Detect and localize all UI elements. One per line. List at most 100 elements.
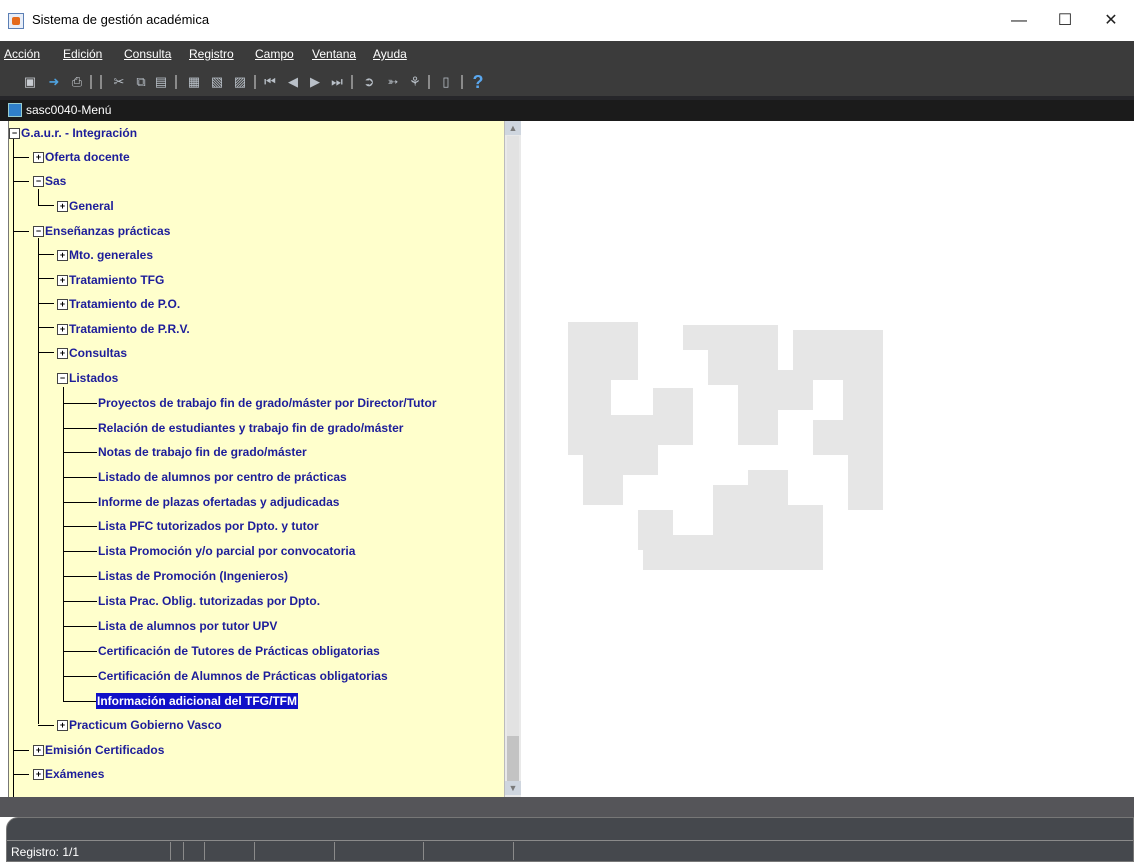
expand-icon[interactable]: +	[57, 299, 68, 310]
cut-icon[interactable]: ✂	[111, 74, 127, 90]
tree-node-ensenanzas-practicas[interactable]: Enseñanzas prácticas	[45, 223, 170, 239]
insert-record-icon[interactable]: ▧	[209, 74, 225, 90]
toolbar-separator	[461, 75, 463, 89]
enter-query-icon[interactable]: ➲	[361, 74, 377, 90]
delete-record-icon[interactable]: ▯	[438, 74, 454, 90]
tree-leaf-lista-pfc[interactable]: Lista PFC tutorizados por Dpto. y tutor	[98, 518, 319, 534]
save-icon[interactable]: ▣	[22, 74, 38, 90]
scroll-thumb[interactable]	[507, 736, 519, 781]
title-bar: Sistema de gestión académica — ☐ ✕	[0, 0, 1134, 41]
tree-root[interactable]: G.a.u.r. - Integración	[21, 125, 137, 141]
minimize-button[interactable]: —	[996, 6, 1042, 36]
previous-record-icon[interactable]: ◀	[285, 74, 301, 90]
collapse-icon[interactable]: −	[57, 373, 68, 384]
tree-leaf-certificacion-tutores[interactable]: Certificación de Tutores de Prácticas ob…	[98, 643, 380, 659]
status-bar: Registro: 1/1	[6, 817, 1134, 862]
close-button[interactable]: ✕	[1088, 6, 1134, 36]
java-app-icon	[8, 13, 24, 29]
menu-ayuda[interactable]: Ayuda	[373, 47, 407, 61]
toolbar-separator	[254, 75, 256, 89]
subwindow-title: sasc0040-Menú	[26, 103, 112, 117]
status-field-divider	[254, 842, 255, 860]
toolbar-separator	[428, 75, 430, 89]
next-record-icon[interactable]: ▶	[307, 74, 323, 90]
collapse-icon[interactable]: −	[33, 176, 44, 187]
menu-registro[interactable]: Registro	[189, 47, 234, 61]
tree-leaf-lista-alumnos-tutor[interactable]: Lista de alumnos por tutor UPV	[98, 618, 277, 634]
last-record-icon[interactable]: ⏭	[329, 74, 345, 90]
subwindow-title-bar: sasc0040-Menú	[0, 100, 1134, 121]
status-field-divider	[423, 842, 424, 860]
toolbar-separator	[100, 75, 102, 89]
form-bottom-area	[0, 797, 1134, 817]
menu-ventana[interactable]: Ventana	[312, 47, 356, 61]
toolbar: ▣ ➜ ⎙ ✂ ⧉ ▤ ▦ ▧ ▨ ⏮ ◀ ▶ ⏭ ➲ ➳ ⚘ ▯ ?	[0, 69, 1134, 96]
upv-ehu-logo-watermark	[563, 310, 888, 582]
tree-leaf-listado-alumnos-centro[interactable]: Listado de alumnos por centro de práctic…	[98, 469, 347, 485]
expand-icon[interactable]: +	[57, 250, 68, 261]
tree-node-oferta-docente[interactable]: Oferta docente	[45, 149, 130, 165]
toolbar-separator	[175, 75, 177, 89]
expand-icon[interactable]: +	[57, 324, 68, 335]
first-record-icon[interactable]: ⏮	[262, 74, 278, 90]
copy-icon[interactable]: ⧉	[133, 74, 149, 90]
clear-field-icon[interactable]: ▦	[186, 74, 202, 90]
status-field-divider	[204, 842, 205, 860]
expand-icon[interactable]: +	[33, 745, 44, 756]
expand-icon[interactable]: +	[57, 201, 68, 212]
print-icon[interactable]: ⎙	[69, 74, 85, 90]
exit-icon[interactable]: ➜	[46, 74, 62, 90]
scroll-up-arrow[interactable]: ▲	[505, 121, 521, 135]
tree-leaf-proyectos-tfg[interactable]: Proyectos de trabajo fin de grado/máster…	[98, 395, 437, 411]
tree-node-consultas[interactable]: Consultas	[69, 345, 127, 361]
execute-query-icon[interactable]: ➳	[385, 74, 401, 90]
tree-node-tratamiento-prv[interactable]: Tratamiento de P.R.V.	[69, 321, 190, 337]
tree-leaf-informacion-adicional-selected[interactable]: Información adicional del TFG/TFM	[96, 693, 299, 709]
menu-accion[interactable]: Acción	[4, 47, 40, 61]
status-field-divider	[334, 842, 335, 860]
help-icon[interactable]: ?	[470, 73, 486, 91]
maximize-button[interactable]: ☐	[1042, 6, 1088, 36]
tree-leaf-notas-tfg[interactable]: Notas de trabajo fin de grado/máster	[98, 444, 307, 460]
expand-icon[interactable]: +	[33, 769, 44, 780]
window-title: Sistema de gestión académica	[32, 12, 210, 27]
tree-node-emision-certificados[interactable]: Emisión Certificados	[45, 742, 164, 758]
status-field-divider	[183, 842, 184, 860]
tree-leaf-relacion-estudiantes[interactable]: Relación de estudiantes y trabajo fin de…	[98, 420, 403, 436]
tree-node-general[interactable]: General	[69, 198, 114, 214]
tree-node-practicum-gobierno-vasco[interactable]: Practicum Gobierno Vasco	[69, 717, 222, 733]
duplicate-record-icon[interactable]: ▨	[232, 74, 248, 90]
toolbar-separator	[90, 75, 92, 89]
tree-leaf-informe-plazas[interactable]: Informe de plazas ofertadas y adjudicada…	[98, 494, 339, 510]
tree-node-examenes[interactable]: Exámenes	[45, 766, 104, 782]
expand-icon[interactable]: +	[57, 275, 68, 286]
tree-leaf-lista-prac-oblig[interactable]: Lista Prac. Oblig. tutorizadas por Dpto.	[98, 593, 320, 609]
tree-node-listados[interactable]: Listados	[69, 370, 118, 386]
collapse-icon[interactable]: −	[33, 226, 44, 237]
record-counter: Registro: 1/1	[11, 845, 80, 859]
tree-scrollbar[interactable]: ▲ ▼	[504, 121, 521, 797]
tree-leaf-lista-promocion[interactable]: Lista Promoción y/o parcial por convocat…	[98, 543, 355, 559]
menu-campo[interactable]: Campo	[255, 47, 294, 61]
lock-record-icon[interactable]: ⚘	[407, 74, 423, 90]
menu-edicion[interactable]: Edición	[63, 47, 102, 61]
tree-node-tratamiento-po[interactable]: Tratamiento de P.O.	[69, 296, 180, 312]
expand-icon[interactable]: +	[57, 720, 68, 731]
scroll-track[interactable]	[507, 136, 519, 736]
tree-leaf-certificacion-alumnos[interactable]: Certificación de Alumnos de Prácticas ob…	[98, 668, 388, 684]
tree-node-sas[interactable]: Sas	[45, 173, 66, 189]
form-icon	[8, 103, 22, 117]
status-field-divider	[170, 842, 171, 860]
tree-node-tratamiento-tfg[interactable]: Tratamiento TFG	[69, 272, 164, 288]
tree-leaf-listas-promocion-ingenieros[interactable]: Listas de Promoción (Ingenieros)	[98, 568, 288, 584]
menu-bar: Acción Edición Consulta Registro Campo V…	[0, 41, 1134, 69]
menu-tree: − G.a.u.r. - Integración + Oferta docent…	[8, 121, 504, 797]
paste-icon[interactable]: ▤	[153, 74, 169, 90]
tree-node-mto-generales[interactable]: Mto. generales	[69, 247, 153, 263]
menu-consulta[interactable]: Consulta	[124, 47, 171, 61]
status-divider-line	[7, 840, 1133, 841]
collapse-icon[interactable]: −	[9, 128, 20, 139]
expand-icon[interactable]: +	[33, 152, 44, 163]
scroll-down-arrow[interactable]: ▼	[505, 781, 521, 795]
expand-icon[interactable]: +	[57, 348, 68, 359]
